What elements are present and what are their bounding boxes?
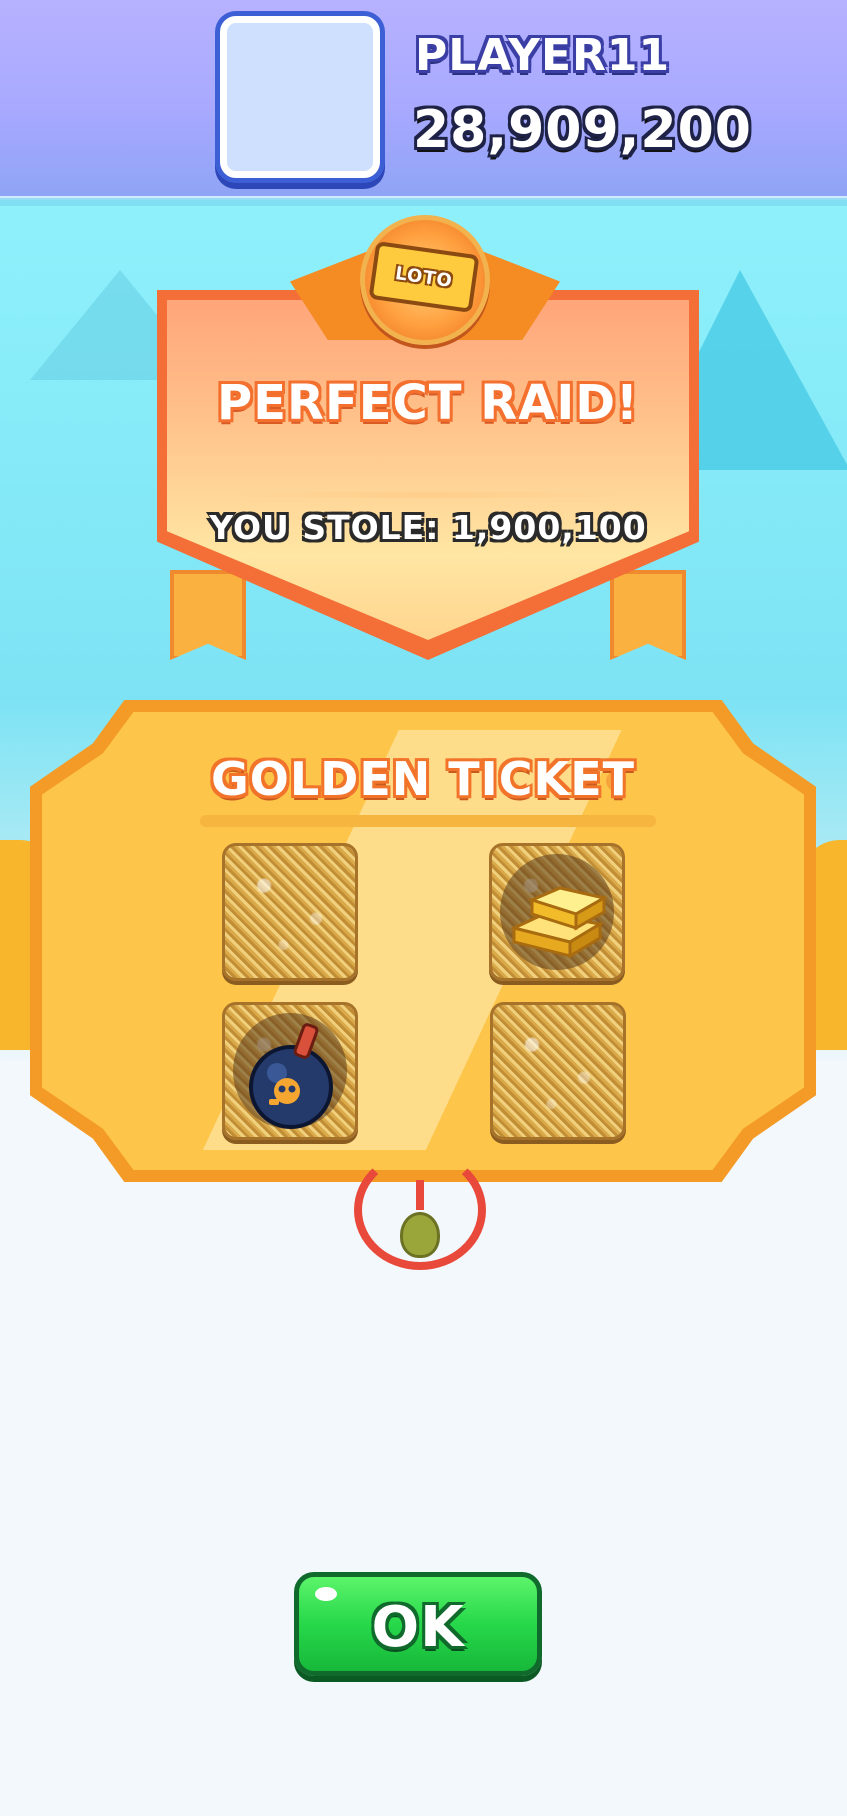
stolen-amount-text: YOU STOLE: 1,900,100 [209, 508, 647, 547]
banner-ribbon-tail-left [170, 570, 246, 660]
banner-divider [230, 492, 626, 498]
ticket-title-underline [200, 815, 656, 827]
avatar[interactable] [220, 16, 380, 178]
loto-label: LOTO [393, 262, 455, 292]
gold-bars-icon [509, 886, 609, 959]
reticle-crosshair [416, 1180, 424, 1210]
scratch-cell-bottom-right[interactable] [490, 1002, 626, 1140]
player-coin-total: 28,909,200 [413, 100, 752, 160]
bomb-icon [249, 1023, 333, 1129]
player-name: PLAYER11 [415, 30, 671, 81]
player-header: PLAYER11 28,909,200 [0, 0, 847, 206]
result-title: PERFECT RAID! [217, 375, 639, 431]
scratch-cell-bottom-left[interactable] [222, 1002, 358, 1140]
bird-character [400, 1212, 440, 1258]
golden-ticket-title: GOLDEN TICKET [211, 752, 635, 806]
scratch-cell-top-right[interactable] [489, 843, 625, 981]
ok-button-label: OK [371, 1595, 465, 1660]
banner-ribbon-tail-right [610, 570, 686, 660]
ok-button[interactable]: OK [294, 1572, 542, 1676]
scratch-cell-top-left[interactable] [222, 843, 358, 981]
